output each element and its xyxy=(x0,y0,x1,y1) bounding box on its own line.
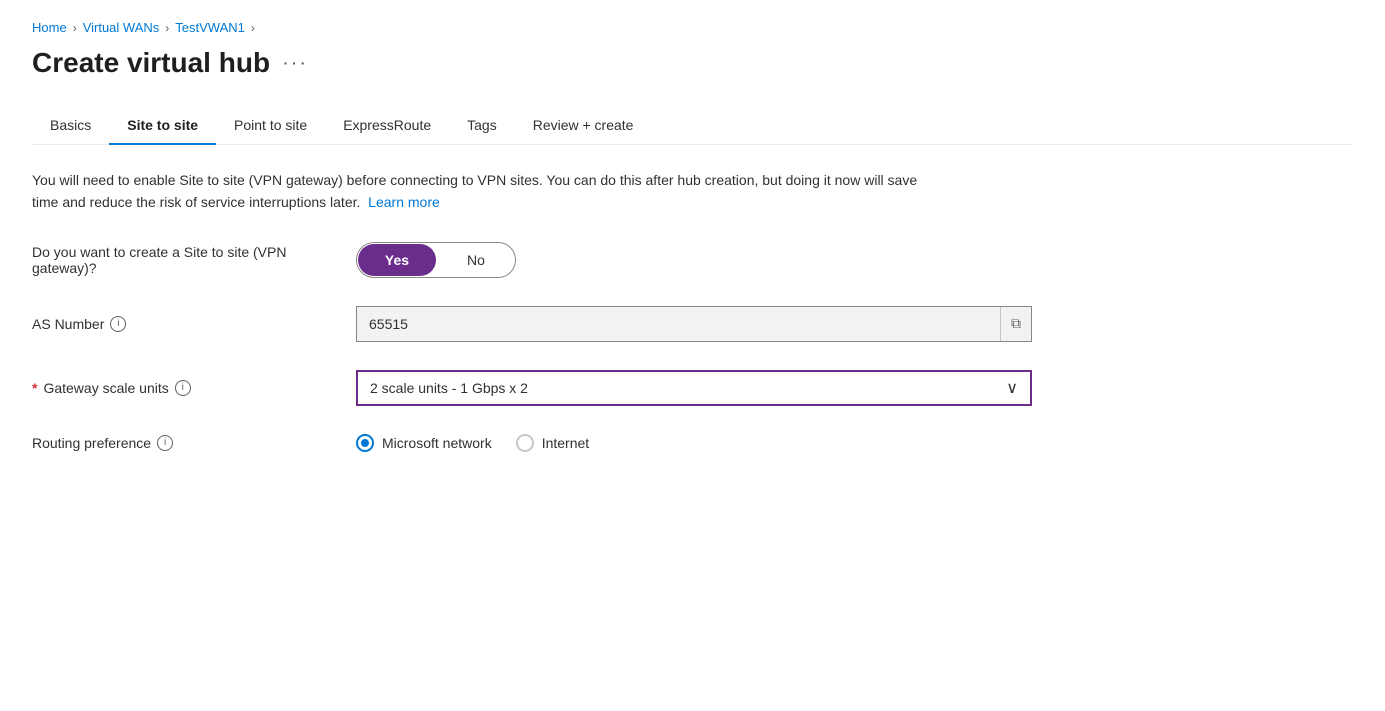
routing-preference-label: Routing preference i xyxy=(32,435,332,451)
as-number-input[interactable] xyxy=(357,310,1000,338)
vpn-toggle-control: Yes No xyxy=(356,242,1032,278)
gateway-scale-units-info-icon[interactable]: i xyxy=(175,380,191,396)
tab-site-to-site[interactable]: Site to site xyxy=(109,107,216,145)
tab-review-create[interactable]: Review + create xyxy=(515,107,652,145)
vpn-question-row: Do you want to create a Site to site (VP… xyxy=(32,242,1032,278)
routing-microsoft-option[interactable]: Microsoft network xyxy=(356,434,492,452)
tab-bar: Basics Site to site Point to site Expres… xyxy=(32,107,1353,145)
breadcrumb-sep-2: › xyxy=(165,21,169,35)
vpn-question-label: Do you want to create a Site to site (VP… xyxy=(32,244,332,276)
routing-preference-control: Microsoft network Internet xyxy=(356,434,1032,452)
routing-preference-info-icon[interactable]: i xyxy=(157,435,173,451)
required-marker: * xyxy=(32,380,37,396)
as-number-label: AS Number i xyxy=(32,316,332,332)
more-options-button[interactable]: ··· xyxy=(282,52,308,75)
form-section: Do you want to create a Site to site (VP… xyxy=(32,242,1032,452)
tab-expressroute[interactable]: ExpressRoute xyxy=(325,107,449,145)
gateway-scale-units-select[interactable]: 1 scale unit - 500 Mbps x 22 scale units… xyxy=(358,374,994,402)
routing-microsoft-label: Microsoft network xyxy=(382,435,492,451)
gateway-scale-units-control: 1 scale unit - 500 Mbps x 22 scale units… xyxy=(356,370,1032,406)
as-number-info-icon[interactable]: i xyxy=(110,316,126,332)
breadcrumb-home[interactable]: Home xyxy=(32,20,67,35)
page-title-container: Create virtual hub ··· xyxy=(32,47,1353,79)
breadcrumb: Home › Virtual WANs › TestVWAN1 › xyxy=(32,20,1353,35)
routing-preference-row: Routing preference i Microsoft network I… xyxy=(32,434,1032,452)
breadcrumb-sep-1: › xyxy=(73,21,77,35)
routing-internet-option[interactable]: Internet xyxy=(516,434,589,452)
as-number-copy-icon[interactable]: ⧉ xyxy=(1000,307,1031,341)
tab-tags[interactable]: Tags xyxy=(449,107,515,145)
learn-more-link[interactable]: Learn more xyxy=(368,194,440,210)
as-number-label-text: AS Number xyxy=(32,316,104,332)
routing-preference-radio-group: Microsoft network Internet xyxy=(356,434,1032,452)
gateway-scale-units-row: * Gateway scale units i 1 scale unit - 5… xyxy=(32,370,1032,406)
description-text: You will need to enable Site to site (VP… xyxy=(32,169,932,214)
vpn-question-label-text: Do you want to create a Site to site (VP… xyxy=(32,244,332,276)
vpn-no-button[interactable]: No xyxy=(437,243,515,277)
description-body: You will need to enable Site to site (VP… xyxy=(32,172,917,210)
tab-basics[interactable]: Basics xyxy=(32,107,109,145)
routing-microsoft-radio-dot xyxy=(361,439,369,447)
breadcrumb-sep-3: › xyxy=(251,21,255,35)
as-number-control: ⧉ xyxy=(356,306,1032,342)
gateway-scale-units-label-text: Gateway scale units xyxy=(43,380,168,396)
breadcrumb-test-vwan1[interactable]: TestVWAN1 xyxy=(175,20,245,35)
routing-preference-label-text: Routing preference xyxy=(32,435,151,451)
routing-internet-radio-circle xyxy=(516,434,534,452)
vpn-yes-button[interactable]: Yes xyxy=(358,244,436,276)
vpn-toggle-group: Yes No xyxy=(356,242,516,278)
gateway-scale-units-chevron-icon: ∨ xyxy=(994,378,1030,398)
tab-point-to-site[interactable]: Point to site xyxy=(216,107,325,145)
breadcrumb-virtual-wans[interactable]: Virtual WANs xyxy=(83,20,160,35)
as-number-row: AS Number i ⧉ xyxy=(32,306,1032,342)
page-title: Create virtual hub xyxy=(32,47,270,79)
routing-microsoft-radio-circle xyxy=(356,434,374,452)
gateway-scale-units-label: * Gateway scale units i xyxy=(32,380,332,396)
gateway-scale-units-select-wrapper[interactable]: 1 scale unit - 500 Mbps x 22 scale units… xyxy=(356,370,1032,406)
routing-internet-label: Internet xyxy=(542,435,589,451)
as-number-input-wrapper: ⧉ xyxy=(356,306,1032,342)
